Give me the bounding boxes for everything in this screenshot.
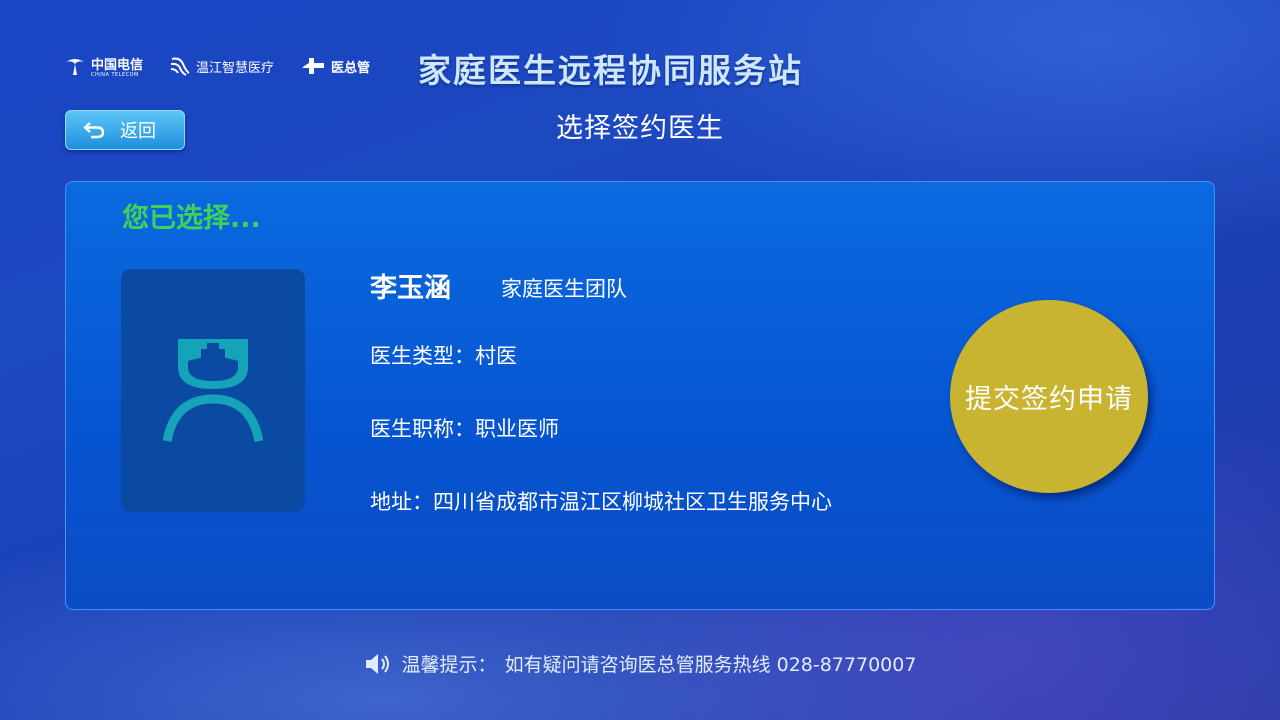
submit-signing-button[interactable]: 提交签约申请 [950, 300, 1148, 493]
telecom-logo-icon [66, 59, 84, 75]
yizongguan-name: 医总管 [331, 60, 371, 76]
partner-logos: 中国电信 CHINA TELECOM 温江智慧医疗 医总管 [64, 52, 370, 80]
site-title: 家庭医生远程协同服务站 [418, 51, 803, 90]
yizongguan-logo: 医总管 [300, 56, 370, 76]
doctor-avatar-icon [163, 339, 263, 442]
wenjiang-name: 温江智慧医疗 [196, 60, 275, 76]
doctor-team: 家庭医生团队 [501, 277, 627, 301]
china-telecom-logo: 中国电信 CHINA TELECOM [64, 54, 143, 78]
doctor-title-value: 职业医师 [475, 417, 559, 441]
doctor-title-row: 医生职称：职业医师 [370, 413, 559, 443]
selected-doctor-panel: 您已选择... 李玉涵 家庭医生团队 医生类型：村医 医生职称：职业医师 地址：… [65, 181, 1215, 610]
doctor-avatar [121, 269, 305, 512]
doctor-title-label: 医生职称： [370, 417, 475, 441]
telecom-name: 中国电信 [91, 58, 144, 73]
doctor-address-label: 地址： [370, 490, 433, 514]
page-title: 选择签约医生 [556, 113, 724, 144]
doctor-type-row: 医生类型：村医 [370, 340, 517, 370]
selected-hint: 您已选择... [122, 203, 261, 234]
doctor-address-value: 四川省成都市温江区柳城社区卫生服务中心 [433, 490, 832, 514]
footer-tip-text: 如有疑问请咨询医总管服务热线 028-87770007 [504, 654, 917, 676]
telecom-sub: CHINA TELECOM [91, 72, 139, 78]
footer-tip-label: 温馨提示： [401, 654, 497, 676]
wenjiang-logo-icon [170, 57, 190, 76]
doctor-name: 李玉涵 [370, 273, 451, 304]
doctor-type-value: 村医 [475, 344, 517, 368]
footer-tip: 温馨提示： 如有疑问请咨询医总管服务热线 028-87770007 [0, 650, 1280, 677]
yizongguan-logo-icon [302, 58, 325, 74]
submit-signing-label: 提交签约申请 [965, 384, 1133, 415]
doctor-address-row: 地址：四川省成都市温江区柳城社区卫生服务中心 [370, 486, 832, 516]
speaker-icon [365, 653, 389, 674]
wenjiang-logo: 温江智慧医疗 [169, 55, 274, 77]
doctor-type-label: 医生类型： [370, 344, 475, 368]
